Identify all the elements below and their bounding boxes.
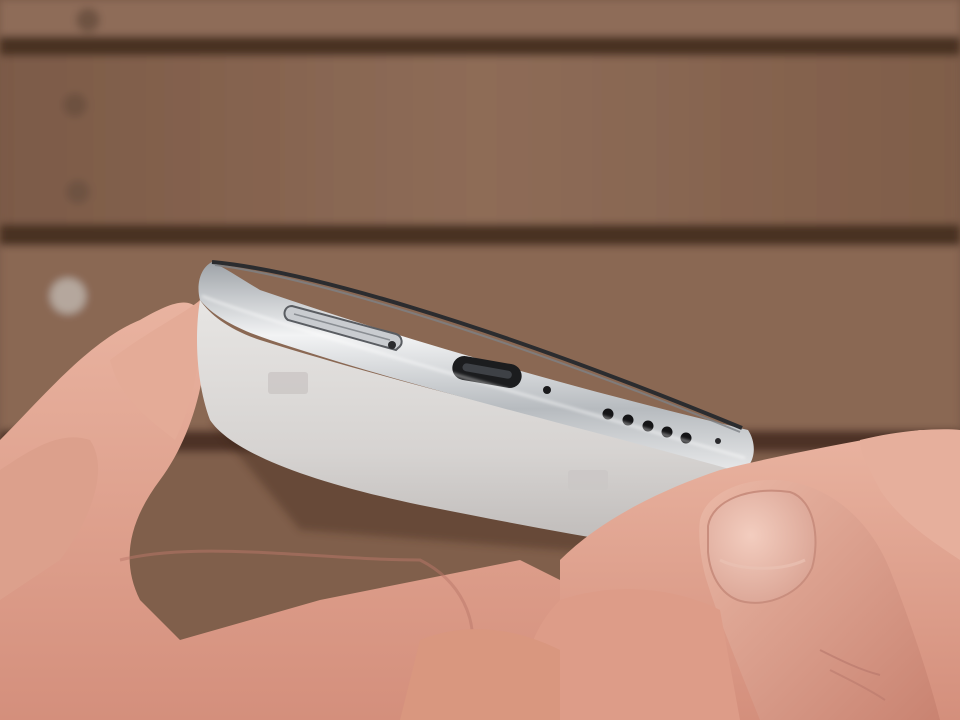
thumbnail	[707, 489, 817, 604]
microphone-hole-icon	[543, 386, 551, 394]
photo-scene	[0, 0, 960, 720]
logo-mark-icon	[268, 372, 308, 394]
logo-mark-icon	[568, 470, 608, 490]
photo-illustration	[0, 0, 960, 720]
